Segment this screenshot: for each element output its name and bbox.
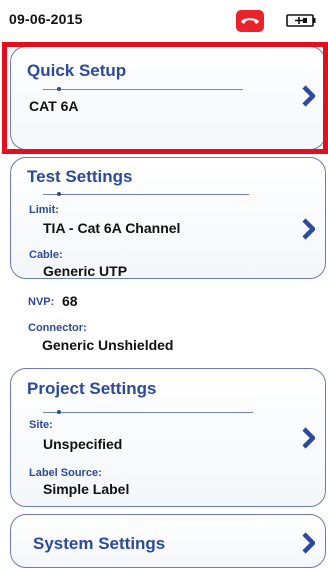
connector-value: Generic Unshielded [42, 337, 174, 353]
battery-plug-icon [286, 14, 316, 27]
limit-label: Limit: [29, 204, 59, 216]
phone-hangup-icon[interactable] [236, 10, 264, 32]
status-bar: 09-06-2015 [0, 0, 328, 38]
test-settings-title: Test Settings [27, 167, 133, 186]
chevron-right-icon [302, 532, 315, 554]
system-settings-title: System Settings [33, 534, 166, 553]
date-display: 09-06-2015 [9, 11, 83, 27]
chevron-right-icon [302, 218, 315, 240]
test-settings-card[interactable]: Test Settings Limit: TIA - Cat 6A Channe… [10, 157, 326, 279]
site-label: Site: [29, 419, 53, 431]
site-value: Unspecified [43, 436, 123, 452]
limit-value: TIA - Cat 6A Channel [43, 220, 181, 236]
cable-value: Generic UTP [43, 263, 128, 279]
chevron-right-icon [302, 427, 315, 449]
cable-label: Cable: [29, 249, 63, 261]
label-source-value: Simple Label [43, 481, 130, 497]
label-source-label: Label Source: [29, 467, 102, 479]
connector-label: Connector: [28, 322, 87, 334]
project-settings-title: Project Settings [27, 379, 157, 398]
nvp-value: 68 [62, 293, 78, 309]
system-settings-card[interactable]: System Settings [10, 514, 326, 568]
selection-highlight [2, 42, 328, 154]
title-divider [43, 192, 249, 196]
nvp-label: NVP: [28, 296, 55, 308]
project-settings-card[interactable]: Project Settings Site: Unspecified Label… [10, 368, 326, 507]
title-divider [43, 410, 253, 414]
